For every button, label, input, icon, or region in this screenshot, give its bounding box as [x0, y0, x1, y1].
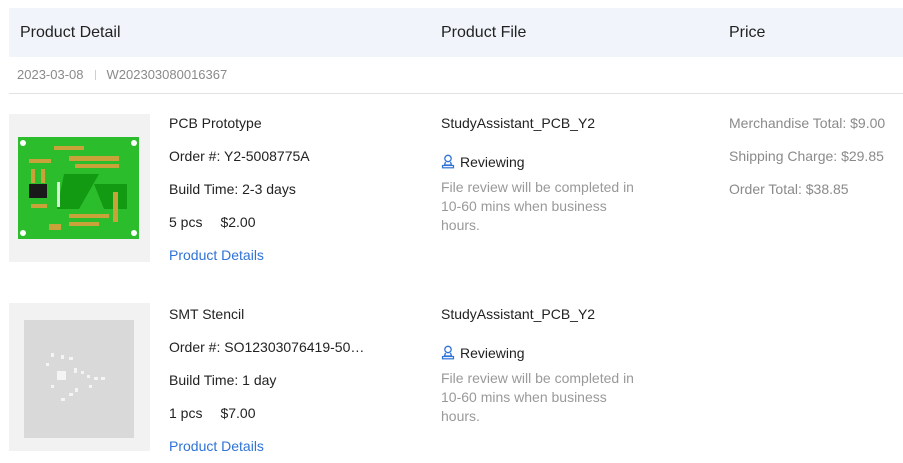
order-id: Order #: Y2-5008775A [169, 148, 310, 164]
product-name: SMT Stencil [169, 306, 245, 322]
product-info: PCB Prototype Order #: Y2-5008775A Build… [169, 112, 310, 277]
order-meta: 2023-03-08 W202303080016367 [17, 67, 227, 82]
meta-separator [94, 69, 96, 80]
order-date: 2023-03-08 [17, 67, 84, 82]
order-item: PCB Prototype Order #: Y2-5008775A Build… [0, 112, 903, 282]
product-name: PCB Prototype [169, 115, 262, 131]
unit-price: $7.00 [220, 405, 256, 421]
merchandise-total: Merchandise Total: $9.00 [729, 115, 886, 131]
reviewer-icon [441, 345, 455, 360]
header-product-file: Product File [441, 24, 527, 41]
order-total: Order Total: $38.85 [729, 181, 849, 197]
unit-price: $2.00 [220, 214, 256, 230]
build-time: Build Time: 1 day [169, 372, 277, 388]
smt-stencil-image[interactable] [9, 303, 150, 451]
product-details-link[interactable]: Product Details [169, 438, 264, 454]
product-details-link[interactable]: Product Details [169, 247, 264, 263]
file-name: StudyAssistant_PCB_Y2 [441, 306, 596, 322]
qty-price: 1 pcs $7.00 [169, 402, 364, 435]
quantity: 5 pcs [169, 214, 203, 230]
qty-price: 5 pcs $2.00 [169, 211, 310, 244]
order-item: SMT Stencil Order #: SO12303076419-50… B… [0, 303, 903, 463]
status-text: Reviewing [460, 153, 525, 170]
header-product-detail: Product Detail [20, 24, 121, 41]
product-file: StudyAssistant_PCB_Y2 Reviewing File rev… [441, 112, 651, 235]
file-name: StudyAssistant_PCB_Y2 [441, 115, 596, 131]
divider [9, 93, 903, 94]
product-file: StudyAssistant_PCB_Y2 Reviewing File rev… [441, 303, 651, 426]
review-note: File review will be completed in 10-60 m… [441, 370, 634, 424]
reviewer-icon [441, 154, 455, 169]
status-text: Reviewing [460, 344, 525, 361]
table-header: Product Detail Product File Price [9, 8, 903, 57]
order-id: Order #: SO12303076419-50… [169, 339, 365, 355]
review-note: File review will be completed in 10-60 m… [441, 179, 634, 233]
review-status: Reviewing [441, 336, 651, 369]
price-summary: Merchandise Total: $9.00 Shipping Charge… [729, 112, 885, 211]
shipping-charge: Shipping Charge: $29.85 [729, 148, 884, 164]
quantity: 1 pcs [169, 405, 203, 421]
pcb-board-image[interactable] [9, 114, 150, 262]
product-info: SMT Stencil Order #: SO12303076419-50… B… [169, 303, 364, 463]
review-status: Reviewing [441, 145, 651, 178]
order-number: W202303080016367 [106, 67, 228, 82]
build-time: Build Time: 2-3 days [169, 181, 296, 197]
header-price: Price [729, 24, 766, 41]
